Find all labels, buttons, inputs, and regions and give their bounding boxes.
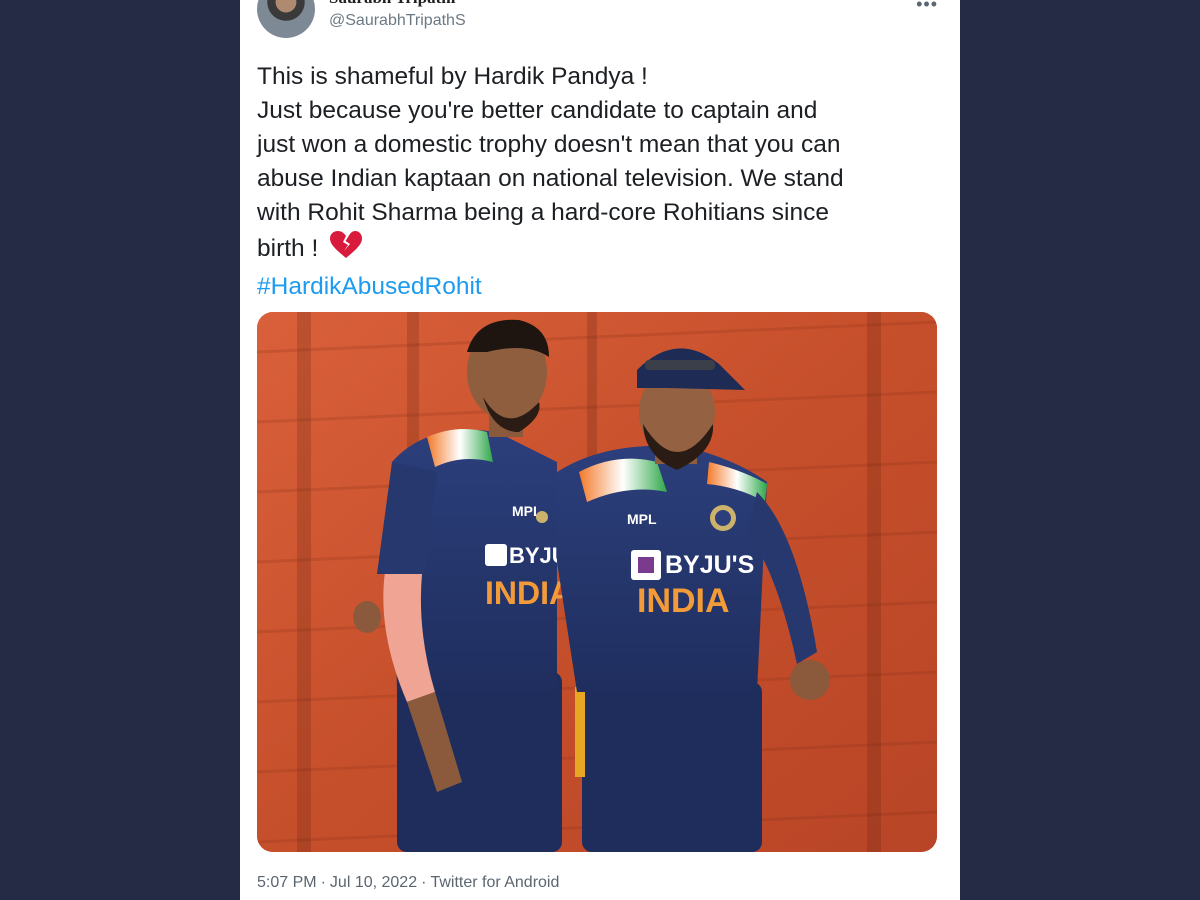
tweet-line: with Rohit Sharma being a hard-core Rohi… — [257, 199, 829, 226]
right-sponsor-text: BYJU'S — [665, 551, 754, 579]
tweet-metadata: 5:07 PM · Jul 10, 2022 · Twitter for Android — [257, 874, 559, 892]
tweet-card: Saurabh Tripathi @SaurabhTripathS ••• Th… — [240, 0, 960, 900]
tweet-line: This is shameful by Hardik Pandya ! — [257, 63, 648, 90]
author-display-name[interactable]: Saurabh Tripathi — [329, 0, 455, 8]
tweet-line: abuse Indian kaptaan on national televis… — [257, 165, 844, 192]
tweet-text: This is shameful by Hardik Pandya ! Just… — [257, 60, 947, 304]
tweet-source[interactable]: Twitter for Android — [430, 874, 559, 891]
right-brand-text: MPL — [627, 511, 657, 527]
author-handle[interactable]: @SaurabhTripathS — [329, 12, 466, 30]
tweet-photo[interactable]: MPL BYJU'S INDIA MPL BYJU'S INDIA — [257, 312, 937, 852]
tweet-date[interactable]: Jul 10, 2022 — [330, 874, 417, 891]
tweet-line: just won a domestic trophy doesn't mean … — [257, 131, 841, 158]
tweet-line-last: birth ! — [257, 230, 947, 270]
meta-separator: · — [320, 874, 326, 891]
meta-separator: · — [421, 874, 427, 891]
hashtag-link[interactable]: #HardikAbusedRohit — [257, 270, 947, 304]
broken-heart-emoji — [329, 230, 363, 270]
profile-avatar[interactable] — [257, 0, 315, 38]
left-country-text: INDIA — [485, 575, 572, 611]
tweet-line: birth ! — [257, 235, 319, 262]
more-options-icon[interactable]: ••• — [916, 0, 938, 15]
tweet-line: Just because you're better candidate to … — [257, 97, 818, 124]
tweet-time[interactable]: 5:07 PM — [257, 874, 317, 891]
right-country-text: INDIA — [637, 582, 730, 620]
